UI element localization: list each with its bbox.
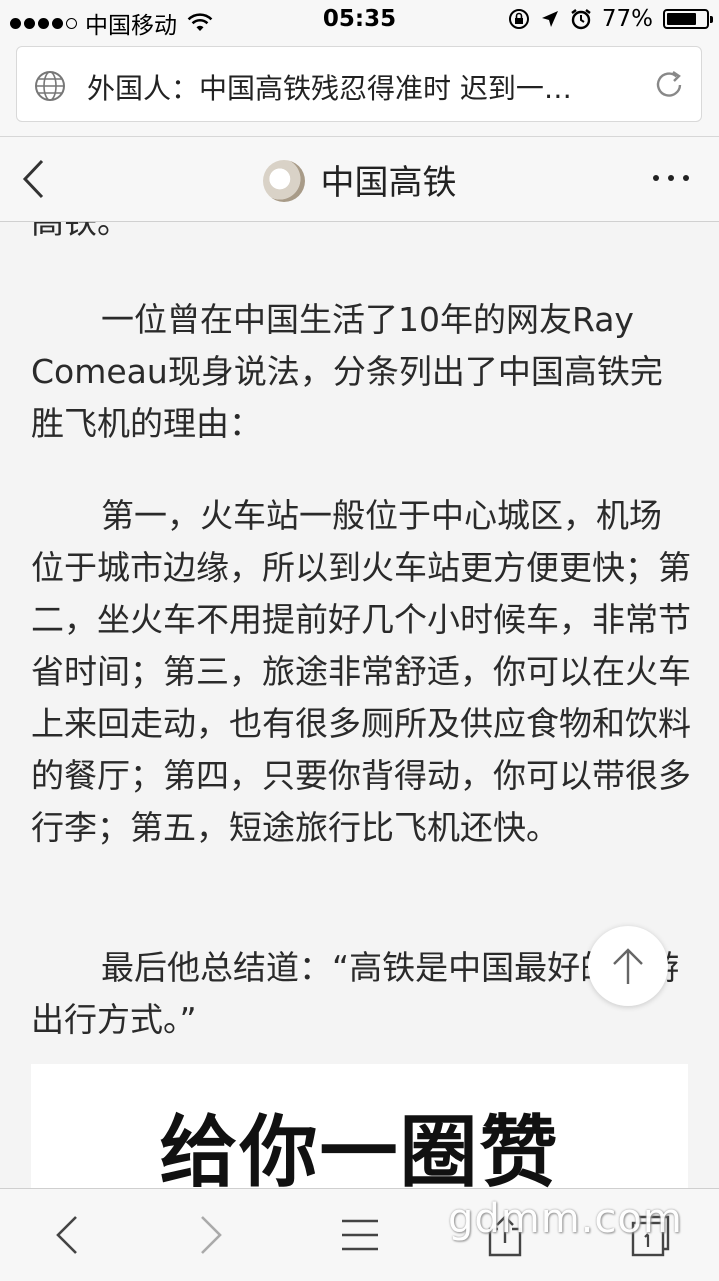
more-options-icon[interactable]	[653, 175, 689, 181]
paragraph-text: 第一，火车站一般位于中心城区，机场位于城市边缘，所以到火车站更方便更快；第二，坐…	[31, 496, 691, 847]
forward-arrow-icon[interactable]	[196, 1213, 226, 1257]
header-title-group: 中国高铁	[0, 155, 719, 206]
alarm-icon	[571, 9, 591, 30]
page-title-in-address-bar: 外国人：中国高铁残忍得准时 迟到一…	[87, 72, 572, 105]
image-caption-text: 给你一圈赞	[159, 1108, 560, 1188]
article-body: 高铁。 一位曾在中国生活了10年的网友Ray Comeau现身说法，分条列出了中…	[0, 222, 719, 1188]
status-right: 77%	[508, 6, 713, 32]
article-image: 给你一圈赞	[31, 1064, 688, 1188]
paragraph-text: 高铁。	[31, 222, 130, 241]
page-header: 中国高铁	[0, 137, 719, 222]
battery-icon	[663, 9, 713, 29]
reload-icon[interactable]	[651, 67, 687, 103]
arrow-up-icon	[613, 948, 643, 984]
location-arrow-icon	[541, 11, 558, 27]
avatar	[262, 159, 305, 202]
watermark: gdmm.com	[448, 1196, 683, 1242]
paragraph-text: 最后他总结道：“高铁是中国最好的旅游出行方式。”	[31, 948, 680, 1039]
menu-icon[interactable]	[340, 1213, 380, 1257]
page-title: 中国高铁	[320, 163, 457, 203]
scroll-to-top-button[interactable]	[588, 926, 668, 1006]
address-bar[interactable]: 外国人：中国高铁残忍得准时 迟到一…	[16, 46, 702, 122]
article-paragraph: 第一，火车站一般位于中心城区，机场位于城市边缘，所以到火车站更方便更快；第二，坐…	[31, 490, 691, 854]
article-paragraph: 高铁。	[31, 222, 691, 248]
battery-percent: 77%	[601, 6, 653, 32]
article-paragraph: 一位曾在中国生活了10年的网友Ray Comeau现身说法，分条列出了中国高铁完…	[31, 294, 691, 450]
browser-address-area: 外国人：中国高铁残忍得准时 迟到一…	[0, 40, 719, 137]
paragraph-text: 一位曾在中国生活了10年的网友Ray Comeau现身说法，分条列出了中国高铁完…	[31, 300, 663, 443]
battery-fill	[667, 13, 697, 25]
status-bar: 中国移动 05:35 77%	[0, 0, 719, 40]
globe-icon	[35, 71, 65, 101]
back-arrow-icon[interactable]	[52, 1213, 82, 1257]
rotation-lock-icon	[508, 9, 529, 29]
